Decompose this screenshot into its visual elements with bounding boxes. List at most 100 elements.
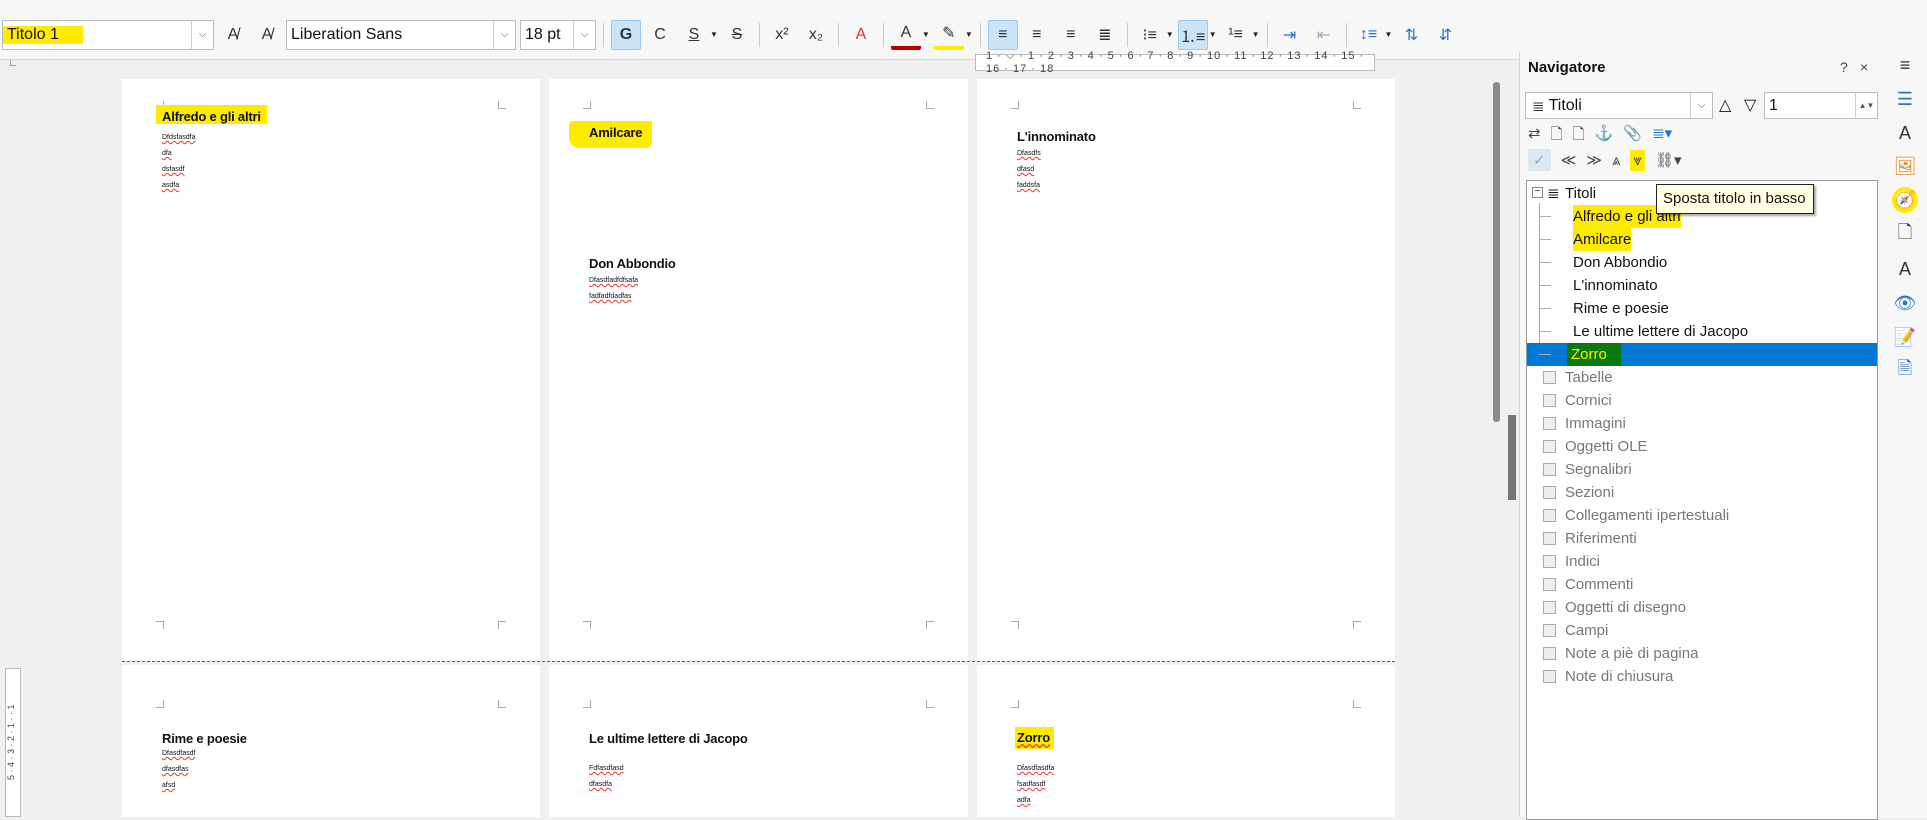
next-icon[interactable]: ▽	[1744, 95, 1756, 115]
tab-stop-icon[interactable]: ∟	[8, 58, 18, 69]
body-line[interactable]: dfa	[162, 146, 172, 161]
tree-category-item[interactable]: Oggetti OLE	[1527, 435, 1877, 458]
tree-category-item[interactable]: Commenti	[1527, 573, 1877, 596]
header-icon[interactable]: 🗋	[1551, 124, 1563, 149]
highlight-color-icon[interactable]: ✎	[933, 20, 964, 50]
decrease-paragraph-spacing-icon[interactable]: ⇵	[1430, 20, 1460, 50]
scrollbar-thumb[interactable]	[1493, 82, 1500, 422]
underline-button[interactable]: S	[679, 20, 709, 50]
increase-indent-icon[interactable]: ⇥	[1275, 20, 1305, 50]
heading[interactable]: Alfredo e gli altri	[156, 105, 267, 124]
body-line[interactable]: afsd	[162, 778, 175, 793]
navigator-icon[interactable]: 🧭	[1892, 187, 1918, 213]
page-icon[interactable]: 🗋	[1892, 222, 1918, 248]
drag-mode-icon[interactable]: ⛓▾	[1655, 151, 1682, 169]
strikethrough-button[interactable]: S	[722, 20, 752, 50]
promote-chapter-icon[interactable]: ≪	[1561, 151, 1577, 169]
body-line[interactable]: Fdfasdfasd	[589, 761, 624, 776]
subscript-button[interactable]: x₂	[801, 20, 831, 50]
dropdown-arrow-icon[interactable]: ▼	[1209, 30, 1217, 39]
category-select[interactable]: ≣ Titoli ⌵	[1525, 92, 1713, 119]
bold-button[interactable]: G	[611, 19, 641, 50]
accessibility-check-icon[interactable]: 🗎	[1892, 358, 1918, 384]
tree-category-item[interactable]: Indici	[1527, 550, 1877, 573]
heading-levels-icon[interactable]: ≣▾	[1652, 124, 1672, 149]
dropdown-arrow-icon[interactable]: ▼	[1385, 30, 1393, 39]
bullet-list-icon[interactable]: ⁝≡	[1135, 20, 1165, 50]
page-2[interactable]: Amilcare Don Abbondio Dfasdfadfdfsafa fa…	[549, 79, 968, 661]
font-color-icon[interactable]: A	[890, 20, 921, 50]
page-1[interactable]: Alfredo e gli altri Dfdsfasdfa dfa dsfas…	[122, 79, 540, 661]
horizontal-ruler[interactable]: 1 · ⌵ · 1 · 2 · 3 · 4 · 5 · 6 · 7 · 8 · …	[975, 50, 1375, 75]
vertical-ruler[interactable]: 5 · 4 · 3 · 2 · 1 · · 1	[5, 668, 21, 817]
body-line[interactable]: dsfasdf	[162, 162, 185, 177]
tree-heading-item[interactable]: Rime e poesie	[1527, 297, 1877, 320]
heading[interactable]: Don Abbondio	[589, 256, 676, 271]
body-line[interactable]: Dfasdfadfdfsafa	[589, 273, 638, 288]
body-line[interactable]: faddsfa	[1017, 178, 1040, 193]
tree-category-item[interactable]: Tabelle	[1527, 366, 1877, 389]
clear-formatting-icon[interactable]: A	[846, 20, 876, 50]
align-left-icon[interactable]: ≡	[987, 19, 1018, 50]
tree-heading-item[interactable]: Zorro	[1527, 343, 1877, 366]
anchor-icon[interactable]: ⚓	[1595, 124, 1614, 149]
tree-category-item[interactable]: Oggetti di disegno	[1527, 596, 1877, 619]
help-button[interactable]: ?	[1840, 59, 1848, 75]
design-icon[interactable]: 📝	[1892, 324, 1918, 350]
heading[interactable]: Le ultime lettere di Jacopo	[589, 731, 748, 746]
tree-category-item[interactable]: Sezioni	[1527, 481, 1877, 504]
menu-icon[interactable]: ≡	[1892, 52, 1918, 78]
page-3[interactable]: L'innominato Dfasdfs dfasd faddsfa	[977, 79, 1395, 661]
page-5[interactable]: Le ultime lettere di Jacopo Fdfasdfasd d…	[549, 665, 968, 817]
increase-paragraph-spacing-icon[interactable]: ⇅	[1396, 20, 1426, 50]
tree-category-item[interactable]: Collegamenti ipertestuali	[1527, 504, 1877, 527]
body-line[interactable]: Dfasdfasdfa	[1017, 761, 1054, 776]
body-line[interactable]: Dfdsfasdfa	[162, 130, 195, 145]
heading[interactable]: L'innominato	[1017, 129, 1096, 144]
dropdown-arrow-icon[interactable]: ▼	[1252, 30, 1260, 39]
dropdown-arrow-icon[interactable]: ▼	[965, 30, 973, 39]
style-inspector-icon[interactable]: A	[1892, 256, 1918, 282]
align-center-icon[interactable]: ≡	[1022, 20, 1052, 50]
font-size-select[interactable]: 18 pt ⌵	[520, 19, 596, 50]
tree-category-item[interactable]: Immagini	[1527, 412, 1877, 435]
checkmark-icon[interactable]: ✓	[1528, 149, 1551, 171]
tree-category-item[interactable]: Note a piè di pagina	[1527, 642, 1877, 665]
body-line[interactable]: adfa	[1017, 793, 1031, 808]
body-line[interactable]: dfasd	[1017, 162, 1034, 177]
superscript-button[interactable]: x²	[767, 20, 797, 50]
italic-button[interactable]: C	[645, 20, 675, 50]
tree-category-item[interactable]: Note di chiusura	[1527, 665, 1877, 688]
tree-category-item[interactable]: Campi	[1527, 619, 1877, 642]
tree-category-item[interactable]: Cornici	[1527, 389, 1877, 412]
paperclip-icon[interactable]: 📎	[1623, 124, 1642, 149]
align-right-icon[interactable]: ≡	[1056, 20, 1086, 50]
body-line[interactable]: dfasdfa	[589, 777, 612, 792]
properties-icon[interactable]: ☰	[1892, 86, 1918, 112]
dropdown-arrow-icon[interactable]: ▼	[1166, 30, 1174, 39]
body-line[interactable]: fsadfasdf	[1017, 777, 1045, 792]
collapse-icon[interactable]: −	[1532, 187, 1543, 198]
level-spinbox[interactable]: 1 ▲▼	[1764, 92, 1878, 119]
tree-heading-item[interactable]: Le ultime lettere di Jacopo	[1527, 320, 1877, 343]
chevron-down-icon[interactable]: ⌵	[573, 20, 595, 49]
manage-changes-icon[interactable]: 👁	[1892, 290, 1918, 316]
footer-icon[interactable]: 🗋	[1573, 124, 1585, 149]
font-name-select[interactable]: Liberation Sans ⌵	[286, 19, 516, 50]
toggle-icon[interactable]: ⇄	[1528, 124, 1541, 149]
move-heading-down-icon[interactable]: ⩔	[1630, 149, 1645, 171]
heading[interactable]: Rime e poesie	[162, 731, 247, 746]
body-line[interactable]: asdfa	[162, 178, 179, 193]
page-6[interactable]: Zorro Dfasdfasdfa fsadfasdf adfa	[977, 665, 1395, 817]
dropdown-arrow-icon[interactable]: ▼	[710, 30, 718, 39]
update-style-icon[interactable]: A̸	[218, 20, 248, 50]
paragraph-style-select[interactable]: Titolo 1 ⌵	[2, 19, 214, 50]
body-line[interactable]: Dfasdfs	[1017, 146, 1041, 161]
heading[interactable]: Zorro	[1015, 727, 1054, 749]
outline-list-icon[interactable]: ¹≡	[1221, 20, 1251, 50]
tree-heading-item[interactable]: Amilcare	[1527, 228, 1877, 251]
chevron-down-icon[interactable]: ⌵	[191, 20, 213, 49]
justify-icon[interactable]: ≣	[1090, 20, 1120, 50]
styles-icon[interactable]: A	[1892, 120, 1918, 146]
navigator-tree[interactable]: − ≣ Titoli Alfredo e gli altri Amilcare Do…	[1526, 180, 1878, 820]
